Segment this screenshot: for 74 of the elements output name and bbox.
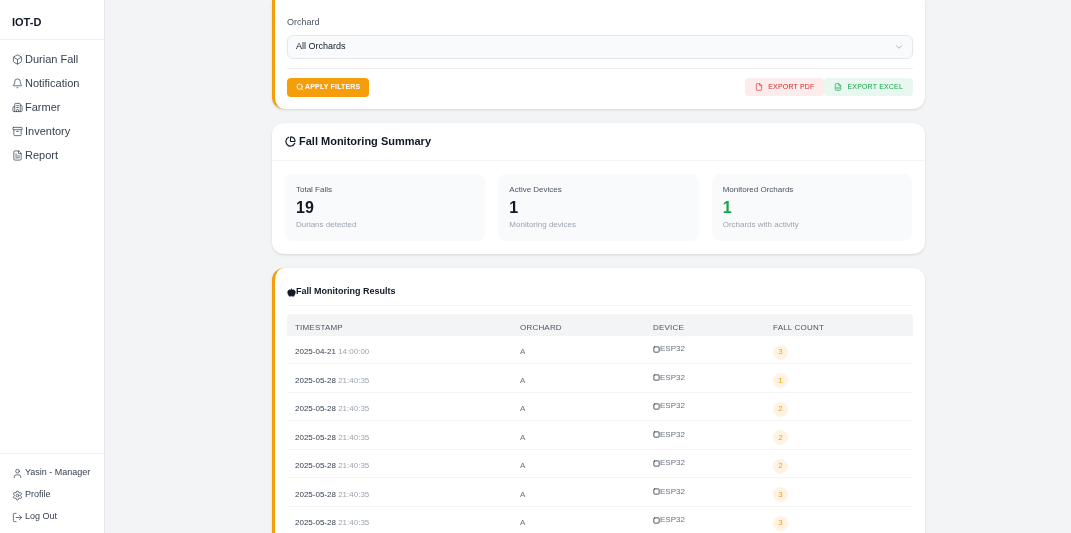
archive-icon (12, 125, 23, 137)
apple-icon (287, 287, 296, 297)
stat-caption: Monitoring devices (509, 218, 578, 231)
table-cell: ESP32 (660, 371, 685, 384)
user-icon (12, 467, 23, 479)
table-cell: ESP32 (660, 428, 685, 441)
chip-icon (653, 345, 660, 353)
table-cell: ESP32 (660, 343, 685, 356)
stat-label: Active Devices (509, 183, 563, 196)
chip-icon (653, 374, 660, 382)
fall-count-badge: 2 (773, 401, 788, 417)
orchard-select[interactable]: All Orchards (287, 34, 913, 59)
stat-value: 1 (722, 197, 733, 218)
stat-caption: Durians detected (296, 218, 358, 231)
fall-count-badge: 3 (773, 344, 788, 360)
file-icon (755, 83, 764, 91)
sidebar-item[interactable]: Durian Fall (0, 47, 104, 71)
fall-count-badge: 3 (773, 515, 788, 531)
sidebar-item[interactable]: Yasin - Manager (0, 462, 104, 484)
fall-count-badge: 3 (773, 487, 788, 503)
cube-icon (12, 53, 23, 65)
table-cell: A (520, 375, 526, 385)
card-title: Fall Monitoring Results (296, 285, 396, 299)
building-icon (12, 101, 23, 113)
timestamp-cell: 2025-04-21 14:00:00 (295, 347, 370, 357)
stat-value: 19 (296, 197, 315, 218)
sidebar-item[interactable]: Report (0, 143, 104, 167)
fall-count-badge: 2 (773, 458, 788, 474)
timestamp-cell: 2025-05-28 21:40:35 (295, 489, 370, 499)
timestamp-cell: 2025-05-28 21:40:35 (295, 518, 370, 528)
sidebar-item[interactable]: Profile (0, 484, 104, 506)
chip-icon (653, 488, 660, 496)
column-header: TIMESTAMP (295, 322, 343, 332)
card-title: Fall Monitoring Summary (299, 133, 431, 149)
chip-icon (653, 431, 660, 439)
brand-title: IOT-D (12, 14, 42, 30)
chip-icon (653, 402, 660, 410)
settings-icon (12, 489, 23, 501)
stat-value: 1 (509, 197, 520, 218)
timestamp-cell: 2025-05-28 21:40:35 (295, 432, 370, 442)
column-header: DEVICE (653, 322, 684, 332)
stat-label: Monitored Orchards (722, 183, 795, 196)
timestamp-cell: 2025-05-28 21:40:35 (295, 461, 370, 471)
search-icon (296, 83, 304, 91)
stat-caption: Orchards with activity (722, 218, 800, 231)
timestamp-cell: 2025-05-28 21:40:35 (295, 375, 370, 385)
fall-count-badge: 1 (773, 373, 788, 389)
logout-icon (12, 511, 23, 523)
fall-count-badge: 2 (773, 430, 788, 446)
table-cell: A (520, 432, 526, 442)
sidebar-item[interactable]: Notification (0, 71, 104, 95)
spreadsheet-icon (834, 83, 843, 91)
timestamp-cell: 2025-05-28 21:40:35 (295, 404, 370, 414)
table-cell: A (520, 489, 526, 499)
chip-icon (653, 516, 660, 524)
table-cell: ESP32 (660, 400, 685, 413)
table-cell: ESP32 (660, 485, 685, 498)
sidebar-item[interactable]: Inventory (0, 119, 104, 143)
sidebar-item[interactable]: Farmer (0, 95, 104, 119)
document-icon (12, 149, 23, 161)
table-cell: ESP32 (660, 457, 685, 470)
table-cell: A (520, 347, 526, 357)
table-cell: A (520, 518, 526, 528)
table-cell: ESP32 (660, 514, 685, 527)
bell-icon (12, 77, 23, 89)
stat-label: Total Falls (296, 183, 333, 196)
sidebar-item[interactable]: Log Out (0, 506, 104, 528)
column-header: FALL COUNT (773, 322, 825, 332)
field-label: Orchard (287, 16, 321, 29)
table-cell: A (520, 404, 526, 414)
table-cell: A (520, 461, 526, 471)
column-header: ORCHARD (520, 322, 562, 332)
chip-icon (653, 459, 660, 467)
pie-chart-icon (285, 135, 296, 147)
